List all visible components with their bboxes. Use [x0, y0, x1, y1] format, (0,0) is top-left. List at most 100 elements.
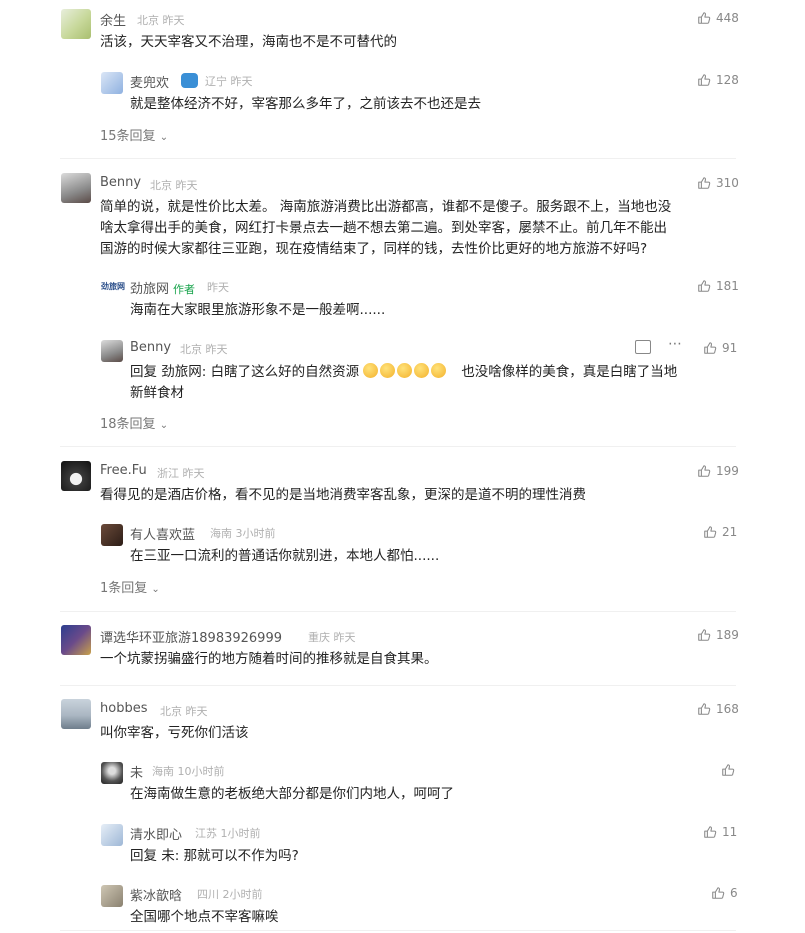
like-count: 189 [716, 628, 739, 642]
like-button[interactable]: 168 [697, 701, 739, 717]
location: 海南 [152, 765, 174, 778]
comment-text: 简单的说，就是性价比太差。 海南旅游消费比出游都高，谁都不是傻子。服务跟不上，当… [100, 197, 671, 260]
thumb-up-icon [697, 464, 711, 478]
crying-emoji-icon [431, 363, 447, 378]
comment-username[interactable]: hobbes [100, 701, 147, 716]
location: 江苏 [195, 827, 217, 840]
crying-emoji-icon [397, 363, 413, 378]
avatar[interactable] [101, 762, 123, 784]
expand-replies-label: 18条回复 [100, 417, 156, 432]
reply-text: 回复 劲旅网: 白瞎了这么好的自然资源 也没啥像样的美食，真是白瞎了当地 新鲜食… [130, 362, 735, 404]
like-count: 21 [722, 525, 738, 539]
comment-meta: 北京 昨天 [160, 703, 208, 719]
comment-username[interactable]: 余生 [100, 10, 126, 29]
like-button[interactable]: 6 [711, 885, 738, 901]
like-button[interactable]: 128 [697, 72, 739, 88]
expand-replies-link[interactable]: 18条回复 ⌄ [100, 413, 168, 432]
comment-text: 看得见的是酒店价格，看不见的是当地消费宰客乱象，更深的是道不明的理性消费 [100, 487, 586, 503]
reply-text-line: 回复 劲旅网: 白瞎了这么好的自然资源 也没啥像样的美食，真是白瞎了当地 [130, 362, 735, 383]
author-tag: 作者 [173, 283, 196, 296]
divider [60, 930, 736, 931]
location: 海南 [210, 527, 232, 540]
crying-emoji-icon [363, 363, 379, 378]
reply-username[interactable]: 有人喜欢蓝 [130, 524, 195, 543]
divider [60, 685, 736, 686]
more-options-icon[interactable]: ⋯ [668, 336, 683, 352]
comment-text-line: 国游的时候大家都往三亚跑，现在疫情结束了，同样的钱，去性价比更好的地方旅游不好吗… [100, 241, 648, 257]
reply-username[interactable]: 劲旅网 作者 [130, 278, 195, 297]
location: 北京 [160, 705, 182, 718]
timestamp: 1小时前 [220, 827, 261, 840]
divider [60, 158, 736, 159]
expand-replies-label: 1条回复 [100, 581, 148, 596]
like-button[interactable]: 91 [703, 340, 737, 356]
avatar[interactable] [61, 699, 91, 729]
reply-username[interactable]: 麦兜欢 [130, 72, 169, 91]
timestamp: 10小时前 [177, 765, 225, 778]
reply-meta: 四川 2小时前 [197, 886, 263, 902]
comment-meta: 重庆 昨天 [308, 629, 356, 645]
avatar[interactable] [61, 9, 91, 39]
reply-meta: 北京 昨天 [180, 341, 228, 357]
chevron-down-icon: ⌄ [151, 584, 160, 595]
avatar[interactable] [101, 824, 123, 846]
reply-meta: 江苏 1小时前 [195, 825, 261, 841]
thumb-up-icon [697, 279, 711, 293]
like-button[interactable]: 199 [697, 463, 739, 479]
comment-username[interactable]: 谭选华环亚旅游18983926999 [100, 627, 282, 646]
reply-username[interactable]: Benny [130, 340, 171, 355]
like-count: 310 [716, 176, 739, 190]
reply-meta: 昨天 [207, 281, 229, 294]
timestamp: 3小时前 [235, 527, 276, 540]
thumb-up-icon [711, 886, 725, 900]
reply-text: 就是整体经济不好，宰客那么多年了，之前该去不也还是去 [130, 96, 481, 112]
avatar[interactable] [101, 524, 123, 546]
location: 北京 [150, 179, 172, 192]
thumb-up-icon [697, 628, 711, 642]
timestamp: 昨天 [205, 343, 228, 356]
reply-text: 在海南做生意的老板绝大部分都是你们内地人，呵呵了 [130, 786, 454, 802]
like-count: 199 [716, 464, 739, 478]
like-count: 168 [716, 702, 739, 716]
comment-meta: 北京 昨天 [137, 12, 185, 28]
like-button[interactable]: 21 [703, 524, 737, 540]
avatar[interactable] [61, 625, 91, 655]
expand-replies-link[interactable]: 15条回复 ⌄ [100, 125, 168, 144]
reply-username[interactable]: 清水即心 [130, 824, 182, 843]
like-button[interactable]: 448 [697, 10, 739, 26]
like-button[interactable]: 11 [703, 824, 737, 840]
avatar[interactable] [101, 72, 123, 94]
reply-text-part: 也没啥像样的美食，真是白瞎了当地 [461, 364, 678, 380]
like-button[interactable] [721, 762, 740, 778]
thumb-up-icon [703, 825, 717, 839]
reply-meta: 辽宁 昨天 [205, 73, 253, 89]
expand-replies-link[interactable]: 1条回复 ⌄ [100, 577, 160, 596]
comment-username[interactable]: Benny [100, 175, 141, 190]
avatar[interactable]: 劲旅网 [101, 281, 125, 292]
location: 北京 [137, 14, 159, 27]
avatar[interactable] [61, 173, 91, 203]
crying-emoji-icon [414, 363, 430, 378]
comment-meta: 浙江 昨天 [157, 465, 205, 481]
avatar[interactable] [61, 461, 91, 491]
reply-comment-icon[interactable] [635, 340, 651, 354]
like-button[interactable]: 189 [697, 627, 739, 643]
comment-username[interactable]: Free.Fu [100, 463, 147, 478]
avatar[interactable] [101, 340, 123, 362]
reply-username[interactable]: 未 [130, 762, 143, 781]
thumb-up-icon [721, 763, 735, 777]
like-button[interactable]: 310 [697, 175, 739, 191]
comment-text: 叫你宰客，亏死你们活该 [100, 725, 249, 741]
location: 北京 [180, 343, 202, 356]
avatar[interactable] [101, 885, 123, 907]
like-count: 6 [730, 886, 738, 900]
crying-emoji-icon [380, 363, 396, 378]
reply-username[interactable]: 紫冰歆晗 [130, 885, 182, 904]
location: 重庆 [308, 631, 330, 644]
reply-username-text: 劲旅网 [130, 282, 170, 297]
comment-text-line: 简单的说，就是性价比太差。 海南旅游消费比出游都高，谁都不是傻子。服务跟不上，当… [100, 199, 672, 215]
reply-meta: 海南 3小时前 [210, 525, 276, 541]
like-button[interactable]: 181 [697, 278, 739, 294]
divider [60, 446, 736, 447]
chevron-down-icon: ⌄ [159, 132, 169, 143]
